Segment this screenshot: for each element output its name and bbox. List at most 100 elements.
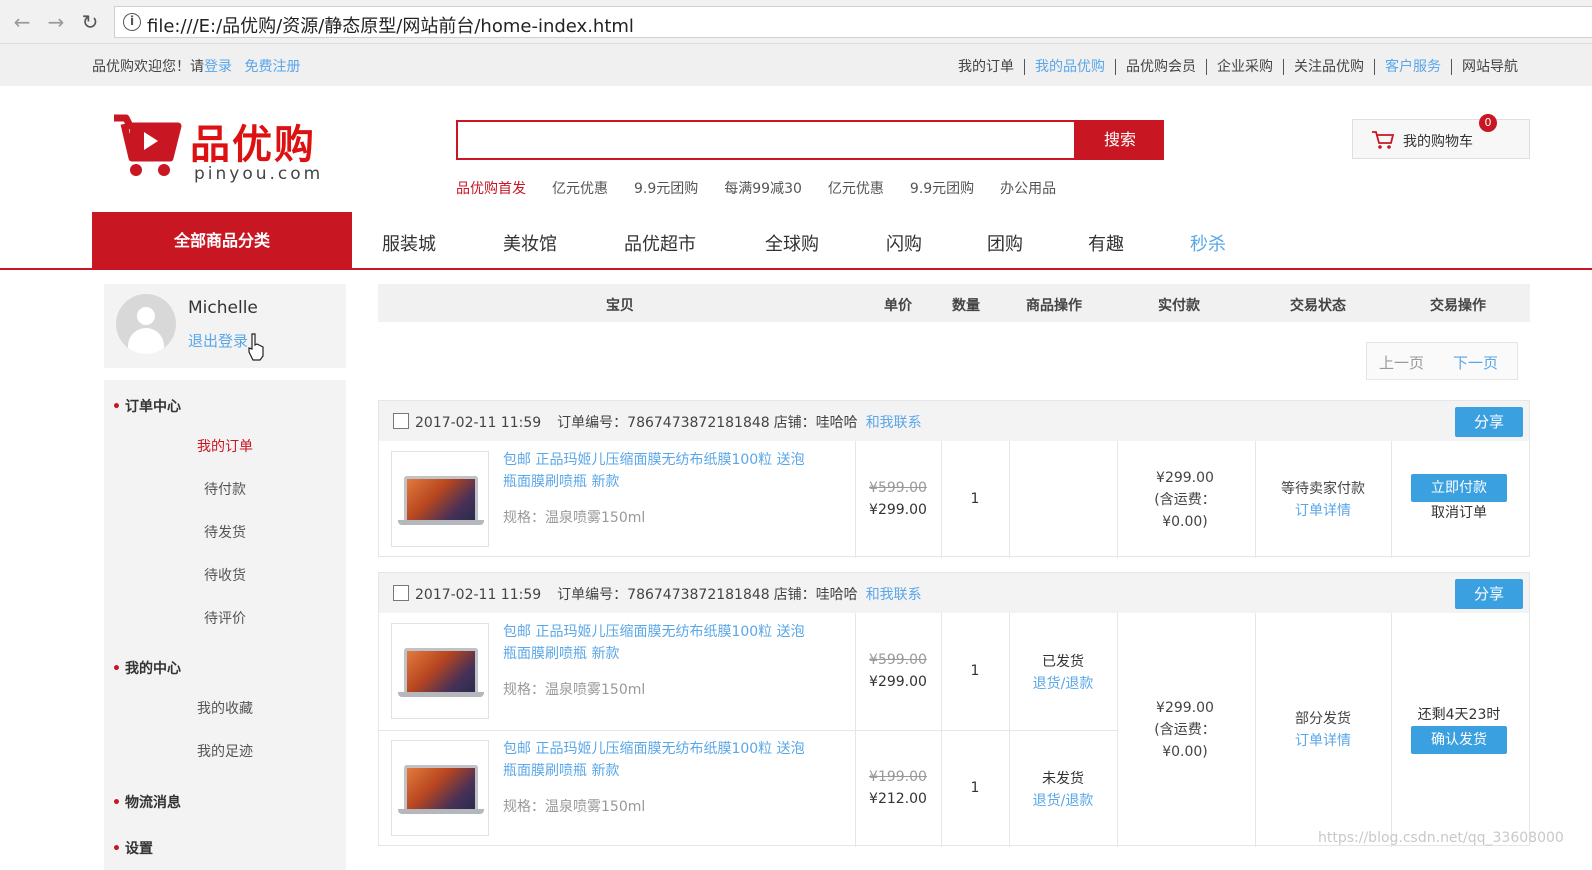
shortcut-link[interactable]: 企业采购	[1206, 59, 1283, 75]
sidebar-section-label: 设置	[124, 841, 153, 857]
sidebar-section-title[interactable]: • 我的中心	[112, 658, 181, 678]
hotword-link[interactable]: 品优购首发	[456, 181, 526, 197]
unit-price: ¥599.00 ¥299.00	[855, 477, 941, 521]
reload-icon[interactable]: ↻	[78, 10, 102, 34]
sidebar-item[interactable]: 待收货	[104, 565, 346, 585]
shortcut-link[interactable]: 关注品优购	[1283, 59, 1374, 75]
sidebar-item[interactable]: 我的收藏	[104, 698, 346, 718]
hotword-link[interactable]: 亿元优惠	[552, 181, 608, 197]
brand-name: 品优购	[190, 122, 316, 168]
shortcut-bar: 品优购欢迎您！请登录 免费注册 我的订单 我的品优购 品优购会员 企业采购 关注品优购客…	[0, 44, 1592, 86]
avatar-head	[137, 307, 155, 325]
laptop-base-image	[398, 692, 484, 697]
main-nav: 全部商品分类 服装城 美妆馆 品优超市 全球购 闪购 团购 有趣 秒杀	[0, 212, 1592, 270]
prev-page-button[interactable]: 上一页	[1379, 352, 1424, 373]
hotword-link[interactable]: 9.9元团购	[634, 181, 698, 197]
url-text: file:///E:/品优购/资源/静态原型/网站前台/home-index.h…	[147, 16, 634, 37]
shortcut-link[interactable]: 品优购会员	[1115, 59, 1206, 75]
shortcut-link[interactable]: 网站导航	[1451, 59, 1528, 75]
all-categories-button[interactable]: 全部商品分类	[92, 212, 352, 270]
next-page-button[interactable]: 下一页	[1453, 352, 1498, 373]
unit-price: ¥599.00 ¥299.00	[855, 649, 941, 693]
nav-item[interactable]: 闪购	[886, 230, 922, 256]
contact-seller-link[interactable]: 和我联系	[866, 587, 922, 603]
sidebar-item[interactable]: 我的足迹	[104, 741, 346, 761]
cart-button[interactable]: 我的购物车 0	[1352, 114, 1530, 159]
search-button[interactable]: 搜索	[1076, 120, 1164, 160]
browser-toolbar: ← → ↻ i file:///E:/品优购/资源/静态原型/网站前台/home…	[0, 0, 1592, 44]
shortcut-link[interactable]: 客户服务	[1374, 59, 1451, 75]
cart-logo-icon	[114, 114, 182, 176]
order-status: 等待卖家付款 订单详情	[1255, 478, 1391, 522]
info-icon[interactable]: i	[123, 13, 141, 31]
laptop-screen-image	[404, 765, 478, 809]
paid-line: ¥0.00)	[1162, 744, 1208, 760]
product-thumbnail[interactable]	[391, 623, 489, 719]
current-price: ¥212.00	[869, 791, 927, 807]
sidebar-item[interactable]: 我的订单	[104, 436, 346, 456]
product-title-link[interactable]: 包邮 正品玛姬儿压缩面膜无纺布纸膜100粒 送泡瓶面膜刷喷瓶 新款	[503, 738, 813, 782]
pay-now-button[interactable]: 立即付款	[1411, 473, 1507, 502]
order-checkbox[interactable]	[393, 585, 409, 601]
nav-item[interactable]: 团购	[987, 230, 1023, 256]
sidebar-section-title[interactable]: • 设置	[112, 838, 153, 858]
nav-item[interactable]: 有趣	[1088, 230, 1124, 256]
order-detail-link[interactable]: 订单详情	[1255, 500, 1391, 522]
watermark: https://blog.csdn.net/qq_33608000	[1318, 830, 1564, 846]
nav-item[interactable]: 品优超市	[624, 230, 696, 256]
share-button[interactable]: 分享	[1455, 407, 1523, 437]
unit-price: ¥199.00 ¥212.00	[855, 766, 941, 810]
shortcut-links: 我的订单 我的品优购 品优购会员 企业采购 关注品优购 客户服务 网站导航	[958, 56, 1528, 76]
logo[interactable]: 品优购 pinyou.com	[112, 112, 342, 190]
product-thumbnail[interactable]	[391, 451, 489, 547]
welcome-prefix: 品优购欢迎您！	[92, 59, 190, 75]
shortcut-link[interactable]: 我的品优购	[1024, 59, 1115, 75]
order-number: 7867473872181848	[627, 587, 770, 603]
column-divider	[941, 441, 942, 558]
login-link[interactable]: 登录	[204, 59, 232, 75]
paid-amount: ¥299.00 (含运费： ¥0.00)	[1117, 467, 1253, 533]
address-bar[interactable]: i file:///E:/品优购/资源/静态原型/网站前台/home-index…	[114, 6, 1592, 38]
laptop-screen-image	[404, 648, 478, 692]
product-title-link[interactable]: 包邮 正品玛姬儿压缩面膜无纺布纸膜100粒 送泡瓶面膜刷喷瓶 新款	[503, 449, 813, 493]
contact-seller-link[interactable]: 和我联系	[866, 415, 922, 431]
order-detail-link[interactable]: 订单详情	[1255, 730, 1391, 752]
nav-item[interactable]: 全球购	[765, 230, 819, 256]
register-link[interactable]: 免费注册	[244, 59, 300, 75]
welcome-text: 品优购欢迎您！请登录 免费注册	[92, 56, 300, 76]
quantity: 1	[970, 780, 980, 796]
hotword-link[interactable]: 每满99减30	[724, 181, 802, 197]
shipping-status: 未发货	[1042, 771, 1084, 787]
nav-item[interactable]: 服装城	[382, 230, 436, 256]
sidebar-section-label: 物流消息	[124, 795, 181, 811]
cancel-order-link[interactable]: 取消订单	[1391, 502, 1527, 524]
sidebar-section-title[interactable]: • 订单中心	[112, 396, 181, 416]
arrow-left-icon[interactable]: ←	[10, 10, 34, 34]
logout-link[interactable]: 退出登录	[188, 330, 248, 351]
arrow-right-icon[interactable]: →	[44, 10, 68, 34]
column-divider	[1009, 613, 1010, 847]
refund-link[interactable]: 退货/退款	[1009, 790, 1117, 812]
confirm-shipment-button[interactable]: 确认发货	[1411, 726, 1507, 754]
share-button[interactable]: 分享	[1455, 579, 1523, 609]
nav-item[interactable]: 美妆馆	[503, 230, 557, 256]
sidebar-item[interactable]: 待发货	[104, 522, 346, 542]
product-title-link[interactable]: 包邮 正品玛姬儿压缩面膜无纺布纸膜100粒 送泡瓶面膜刷喷瓶 新款	[503, 621, 813, 665]
cart-label: 我的购物车	[1403, 134, 1473, 150]
column-divider	[1009, 441, 1010, 558]
sidebar-section-title[interactable]: • 物流消息	[112, 792, 181, 812]
sidebar-item[interactable]: 待付款	[104, 479, 346, 499]
nav-item[interactable]: 秒杀	[1190, 230, 1226, 256]
hotword-link[interactable]: 办公用品	[1000, 181, 1056, 197]
shop-name: 哇哈哈	[815, 415, 858, 431]
hotword-link[interactable]: 亿元优惠	[828, 181, 884, 197]
row-divider	[379, 730, 1117, 731]
sidebar-item[interactable]: 待评价	[104, 608, 346, 628]
sidebar-section-label: 我的中心	[124, 661, 181, 677]
shortcut-link[interactable]: 我的订单	[958, 59, 1024, 75]
order-checkbox[interactable]	[393, 413, 409, 429]
product-thumbnail[interactable]	[391, 740, 489, 836]
hotword-link[interactable]: 9.9元团购	[910, 181, 974, 197]
refund-link[interactable]: 退货/退款	[1009, 673, 1117, 695]
search-input[interactable]	[456, 120, 1076, 160]
